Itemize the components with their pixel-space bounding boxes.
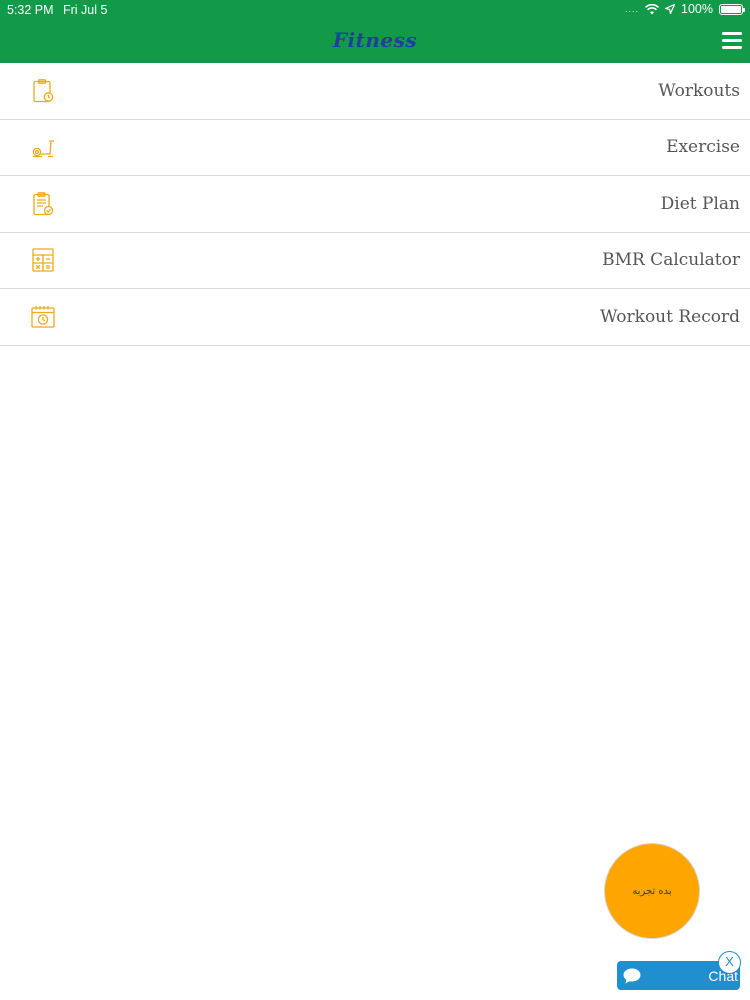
chat-bubble-icon [623,968,641,984]
menu-item-label: Workouts [658,80,740,101]
menu-list: Workouts Exercise Diet Plan BMR Calculat… [0,63,750,346]
status-date: Fri Jul 5 [63,3,108,17]
location-arrow-icon [665,4,676,14]
status-time: 5:32 PM [7,3,54,17]
exercise-bike-icon [32,140,54,158]
chat-close-button[interactable]: X [718,951,741,974]
app-title: Fitness [332,28,418,52]
floating-action-label: بده تجربه [632,885,672,897]
clipboard-stopwatch-icon [33,78,54,102]
nav-bar: Fitness [0,20,750,63]
menu-item-label: BMR Calculator [602,250,740,271]
menu-item-label: Diet Plan [660,193,740,214]
menu-item-exercise[interactable]: Exercise [0,120,750,176]
hamburger-menu-icon[interactable] [722,32,742,50]
status-bar: 5:32 PM Fri Jul 5 .... 100% [0,0,750,20]
menu-item-label: Workout Record [599,306,740,327]
menu-item-diet-plan[interactable]: Diet Plan [0,176,750,233]
battery-icon [719,3,745,15]
signal-dots: .... [625,4,640,14]
status-indicators: .... 100% [625,2,745,16]
battery-percent: 100% [681,2,713,16]
menu-item-label: Exercise [666,137,740,158]
calendar-clock-icon [31,305,55,328]
menu-item-bmr-calculator[interactable]: BMR Calculator [0,233,750,289]
calculator-icon [32,248,54,272]
clipboard-check-icon [33,191,54,215]
menu-item-workouts[interactable]: Workouts [0,63,750,120]
wifi-icon [645,3,660,14]
menu-item-workout-record[interactable]: Workout Record [0,289,750,346]
battery-fill [721,5,741,13]
floating-action-button[interactable]: بده تجربه [604,843,700,939]
